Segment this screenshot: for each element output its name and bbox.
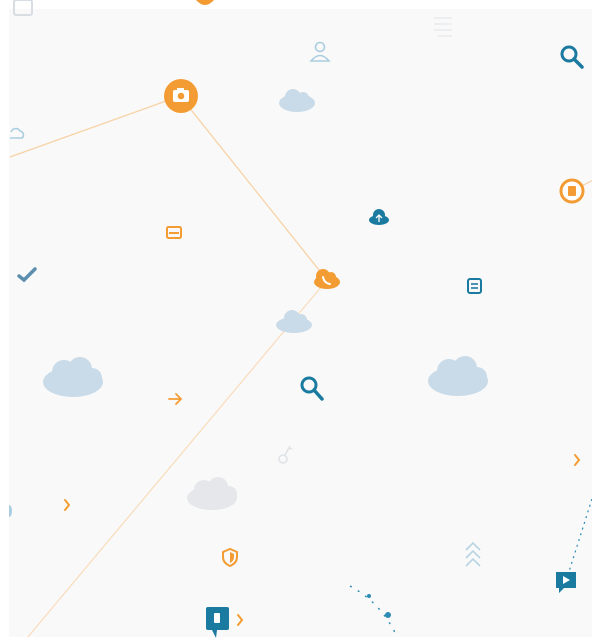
- connector-line: [9, 95, 181, 158]
- chevron-right-icon: [64, 499, 71, 511]
- connector-line: [179, 95, 328, 281]
- cloud-icon: [9, 505, 12, 517]
- cloud-icon: [279, 89, 315, 112]
- document-icon: [559, 178, 585, 204]
- background-pattern: [0, 0, 599, 644]
- camera-icon: [164, 79, 198, 113]
- chat-bubble-icon: [206, 607, 229, 638]
- chevron-right-icon: [574, 454, 581, 466]
- connector-arc-dotted: [349, 585, 401, 644]
- shield-icon: [222, 547, 238, 568]
- top-edge: [0, 0, 599, 9]
- connector-node: [367, 594, 371, 598]
- list-icon: [467, 278, 482, 294]
- connector-node: [385, 612, 391, 618]
- icon-network-illustration: [0, 0, 599, 644]
- left-edge: [0, 0, 9, 644]
- chevron-right-icon: [237, 614, 244, 626]
- cloud-icon: [187, 477, 237, 510]
- card-icon: [166, 226, 182, 239]
- key-icon: [278, 445, 293, 464]
- checkmark-icon: [17, 267, 37, 283]
- arrow-right-icon: [168, 393, 183, 405]
- upload-cloud-icon: [369, 209, 389, 225]
- video-chat-icon: [556, 572, 576, 593]
- cloud-icon: [428, 356, 488, 396]
- search-icon: [560, 45, 584, 69]
- signal-icon: [434, 17, 452, 37]
- chevrons-up-icon: [465, 541, 481, 567]
- user-icon: [309, 41, 331, 62]
- phone-cloud-icon: [314, 269, 340, 289]
- connector-lines: [9, 95, 599, 644]
- cloud-icon: [276, 310, 312, 333]
- cloud-icon: [43, 357, 103, 397]
- right-edge: [592, 0, 599, 644]
- cloud-icon: [10, 127, 25, 139]
- bottom-edge: [0, 637, 599, 644]
- search-icon: [300, 376, 324, 401]
